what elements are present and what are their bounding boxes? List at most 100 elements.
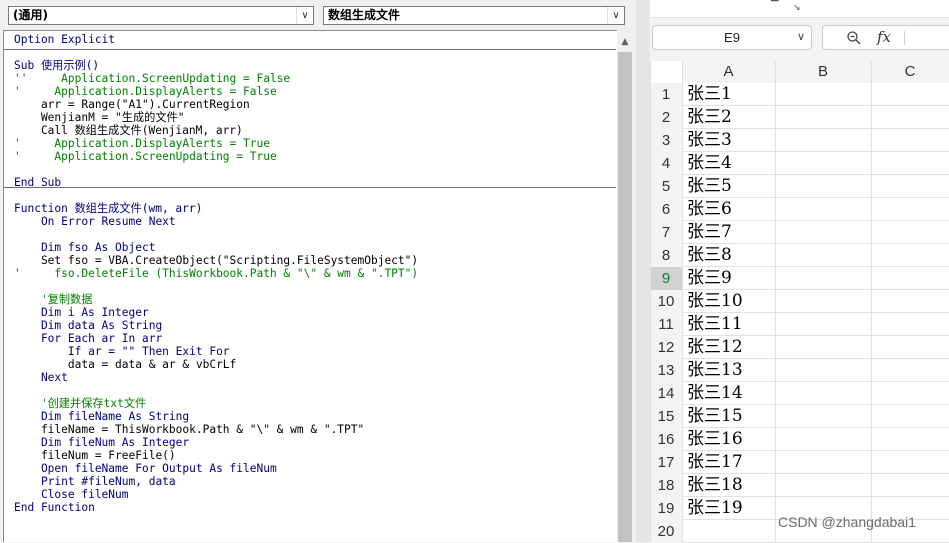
cell-a[interactable]: 张三4	[687, 152, 732, 175]
column-gridline	[775, 61, 776, 542]
procedure-dropdown[interactable]: 数组生成文件 ∨	[323, 6, 625, 25]
cell-a[interactable]: 张三6	[687, 198, 732, 221]
code-line[interactable]: ' Application.DisplayAlerts = False	[14, 85, 277, 98]
formula-divider	[904, 31, 905, 45]
cell-a[interactable]: 张三10	[687, 290, 743, 313]
dialog-launcher-icon[interactable]: ↘	[793, 3, 801, 13]
row-header[interactable]: 9	[650, 267, 682, 290]
code-line[interactable]: Close fileNum	[14, 488, 129, 501]
code-line[interactable]: data = data & ar & vbCrLf	[14, 358, 236, 371]
object-dropdown[interactable]: (通用) ∨	[8, 6, 314, 25]
code-line[interactable]: WenjianM = "生成的文件"	[14, 111, 185, 124]
row-header[interactable]: 4	[650, 152, 682, 175]
code-line[interactable]: Set fso = VBA.CreateObject("Scripting.Fi…	[14, 254, 418, 267]
code-line[interactable]: Dim fileNum As Integer	[14, 436, 189, 449]
code-pane[interactable]: Option Explicit Sub 使用示例() '' Application.…	[3, 30, 617, 542]
code-line[interactable]: End Function	[14, 501, 95, 514]
chevron-down-icon[interactable]: ∨	[797, 26, 805, 49]
code-line[interactable]: Dim i As Integer	[14, 306, 149, 319]
code-line[interactable]: '创建并保存txt文件	[14, 397, 146, 410]
cell-a[interactable]: 张三17	[687, 451, 743, 474]
code-line[interactable]: End Sub	[14, 176, 61, 189]
code-line[interactable]: Sub 使用示例()	[14, 59, 99, 72]
cell-a[interactable]: 张三14	[687, 382, 743, 405]
procedure-separator	[4, 49, 616, 50]
cell-a[interactable]: 张三3	[687, 129, 732, 152]
code-line[interactable]: Open fileName For Output As fileNum	[14, 462, 277, 475]
cell-a[interactable]: 张三13	[687, 359, 743, 382]
cell-a[interactable]: 张三19	[687, 497, 743, 520]
code-line[interactable]: ' Application.DisplayAlerts = True	[14, 137, 270, 150]
object-dropdown-value: (通用)	[13, 8, 48, 22]
fx-icon[interactable]: fx	[877, 28, 891, 46]
name-box-value: E9	[724, 30, 740, 45]
scrollbar-thumb[interactable]	[618, 52, 632, 542]
cell-a[interactable]: 张三1	[687, 83, 732, 106]
row-header[interactable]: 13	[650, 359, 682, 382]
row-header[interactable]: 17	[650, 451, 682, 474]
row-header[interactable]: 8	[650, 244, 682, 267]
chevron-down-icon[interactable]: ∨	[296, 7, 313, 24]
window-gap	[636, 0, 650, 542]
code-line[interactable]: Option Explicit	[14, 33, 115, 46]
code-line[interactable]: On Error Resume Next	[14, 215, 176, 228]
code-line[interactable]: Dim data As String	[14, 319, 162, 332]
formula-bar[interactable]: fx	[822, 25, 949, 50]
row-header[interactable]: 14	[650, 382, 682, 405]
code-line[interactable]: '' Application.ScreenUpdating = False	[14, 72, 290, 85]
row-header[interactable]: 19	[650, 497, 682, 520]
row-header[interactable]: 10	[650, 290, 682, 313]
code-line[interactable]: fileNum = FreeFile()	[14, 449, 176, 462]
column-gridline	[682, 61, 683, 542]
cell-a[interactable]: 张三8	[687, 244, 732, 267]
row-header[interactable]: 5	[650, 175, 682, 198]
cell-a[interactable]: 张三16	[687, 428, 743, 451]
column-header-a[interactable]: A	[682, 61, 775, 83]
row-header[interactable]: 11	[650, 313, 682, 336]
row-header[interactable]: 12	[650, 336, 682, 359]
row-header[interactable]: 15	[650, 405, 682, 428]
cell-a[interactable]: 张三9	[687, 267, 732, 290]
row-header[interactable]: 1	[650, 83, 682, 106]
column-header-b[interactable]: B	[775, 61, 871, 83]
row-header[interactable]: 6	[650, 198, 682, 221]
code-line[interactable]: Call 数组生成文件(WenjianM, arr)	[14, 124, 243, 137]
row-header[interactable]: 2	[650, 106, 682, 129]
cell-a[interactable]: 张三15	[687, 405, 743, 428]
dash-icon: ▬	[770, 0, 779, 5]
code-line[interactable]: ' Application.ScreenUpdating = True	[14, 150, 277, 163]
watermark: CSDN @zhangdabai1	[778, 514, 916, 530]
chevron-down-icon[interactable]: ∨	[607, 7, 624, 24]
row-header[interactable]: 16	[650, 428, 682, 451]
code-line[interactable]: Dim fileName As String	[14, 410, 189, 423]
code-line[interactable]: Dim fso As Object	[14, 241, 156, 254]
procedure-separator	[4, 187, 616, 188]
name-box[interactable]: E9 ∨	[652, 25, 812, 50]
row-header[interactable]: 7	[650, 221, 682, 244]
row-header[interactable]: 20	[650, 520, 682, 543]
worksheet-grid[interactable]: A B C 1 2 3 4 5 6 7 8 9 10 11 12 13 14 15 16 17 18 19 20 张三1…	[650, 61, 949, 543]
excel-window: ▬ ↘ E9 ∨ fx A B C 1234567891011121314151…	[650, 0, 949, 543]
vertical-scrollbar[interactable]: ▲	[617, 30, 633, 542]
code-line[interactable]: '复制数据	[14, 293, 93, 306]
cell-a[interactable]: 张三2	[687, 106, 732, 129]
code-line[interactable]: Next	[14, 371, 68, 384]
cell-a[interactable]: 张三12	[687, 336, 743, 359]
row-header[interactable]: 3	[650, 129, 682, 152]
code-line[interactable]: fileName = ThisWorkbook.Path & "\" & wm …	[14, 423, 364, 436]
column-gridline	[871, 61, 872, 542]
row-header[interactable]: 18	[650, 474, 682, 497]
code-line[interactable]: ' fso.DeleteFile (ThisWorkbook.Path & "\…	[14, 267, 418, 280]
magnifier-icon[interactable]	[846, 30, 862, 46]
cell-a[interactable]: 张三18	[687, 474, 743, 497]
code-line[interactable]: Print #fileNum, data	[14, 475, 176, 488]
code-line[interactable]: If ar = "" Then Exit For	[14, 345, 230, 358]
code-line[interactable]: arr = Range("A1").CurrentRegion	[14, 98, 250, 111]
code-line[interactable]: Function 数组生成文件(wm, arr)	[14, 202, 202, 215]
column-header-c[interactable]: C	[871, 61, 949, 83]
cell-a[interactable]: 张三5	[687, 175, 732, 198]
cell-a[interactable]: 张三11	[687, 313, 743, 336]
scroll-up-icon[interactable]: ▲	[617, 36, 633, 48]
cell-a[interactable]: 张三7	[687, 221, 732, 244]
code-line[interactable]: For Each ar In arr	[14, 332, 162, 345]
